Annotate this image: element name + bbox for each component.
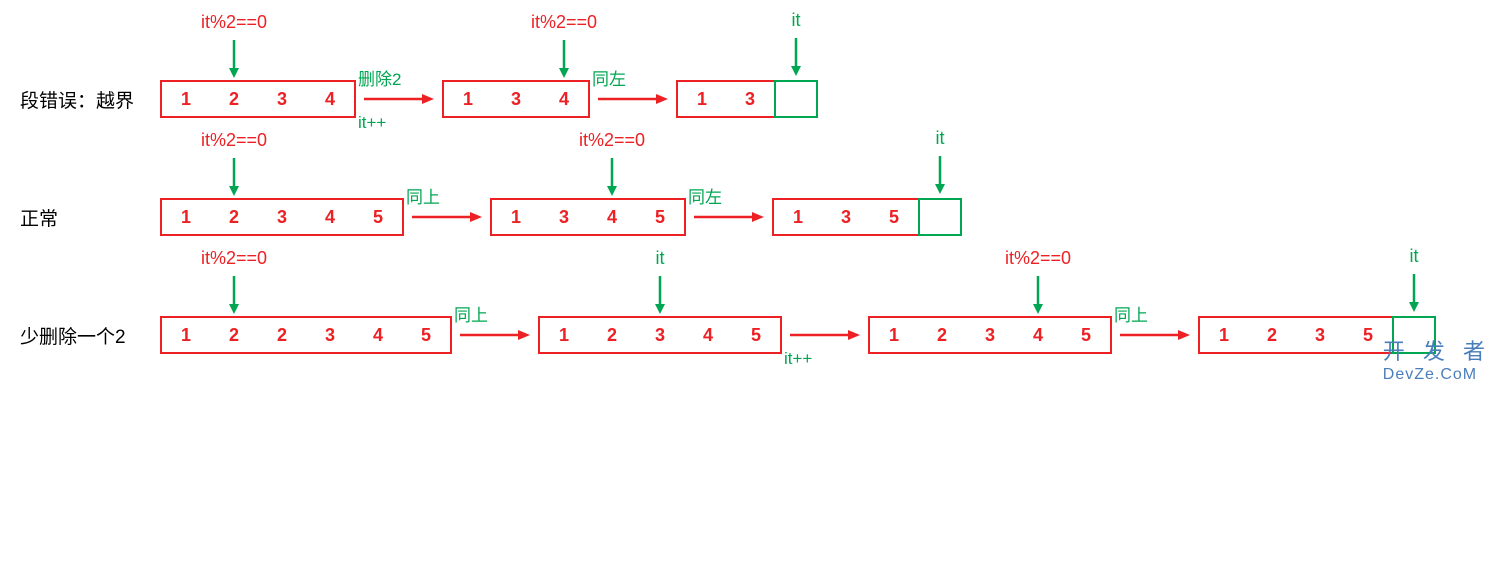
- row-segfault: 段错误：越界 it%2==0 1 2 3 4 删除2 it++ it%2==0 …: [20, 80, 1491, 118]
- cell: 4: [306, 200, 354, 234]
- cell: 4: [1014, 318, 1062, 352]
- cell: 3: [540, 200, 588, 234]
- ptr-label: it%2==0: [201, 12, 267, 33]
- array-r3a: it%2==0 1 2 2 3 4 5: [160, 316, 452, 354]
- array-r2a: it%2==0 1 2 3 4 5: [160, 198, 404, 236]
- cell: 1: [540, 318, 588, 352]
- cell: 1: [774, 200, 822, 234]
- down-arrow-icon: [604, 158, 620, 196]
- array-r1c: 1 3: [676, 80, 776, 118]
- ptr-label: it%2==0: [201, 130, 267, 151]
- watermark: 开 发 者 DevZe.CoM: [1383, 334, 1491, 384]
- cell: 3: [492, 82, 540, 116]
- cell: 4: [306, 82, 354, 116]
- arrow-label-top: 同上: [406, 183, 440, 208]
- row3-group: it%2==0 1 2 2 3 4 5 同上 it 1 2 3 4 5: [160, 316, 1436, 354]
- cell: 5: [1062, 318, 1110, 352]
- cell: 2: [918, 318, 966, 352]
- arrow-label-top: 同上: [1114, 301, 1148, 326]
- cell: 5: [870, 200, 918, 234]
- right-arrow-icon: it++: [790, 327, 860, 343]
- cell: 3: [306, 318, 354, 352]
- green-empty-cell: it: [774, 80, 818, 118]
- cell: 1: [162, 200, 210, 234]
- cell: 4: [540, 82, 588, 116]
- down-arrow-icon: [226, 158, 242, 196]
- cell: 2: [588, 318, 636, 352]
- right-arrow-icon: 同左: [694, 209, 764, 225]
- array-r3d: 1 2 3 5: [1198, 316, 1394, 354]
- arrow-label-top: 同左: [592, 65, 626, 90]
- cell: 4: [684, 318, 732, 352]
- row3-label: 少删除一个2: [20, 322, 160, 349]
- ptr-label: it%2==0: [531, 12, 597, 33]
- array-r1a: it%2==0 1 2 3 4: [160, 80, 356, 118]
- ptr-label: it%2==0: [201, 248, 267, 269]
- arrow-label-top: 同上: [454, 301, 488, 326]
- array-r3c: it%2==0 1 2 3 4 5: [868, 316, 1112, 354]
- cell: 2: [210, 318, 258, 352]
- down-arrow-icon: [788, 38, 804, 76]
- ptr-label: it: [792, 10, 801, 31]
- cell: 3: [966, 318, 1014, 352]
- row2-label: 正常: [20, 204, 160, 231]
- array-r1b: it%2==0 1 3 4: [442, 80, 590, 118]
- arrow-label-bottom: it++: [784, 349, 812, 369]
- row-miss-one: 少删除一个2 it%2==0 1 2 2 3 4 5 同上 it 1 2 3: [20, 316, 1491, 354]
- cell: 3: [1296, 318, 1344, 352]
- row1-label: 段错误：越界: [20, 86, 160, 113]
- right-arrow-icon: 同上: [1120, 327, 1190, 343]
- cell: 1: [492, 200, 540, 234]
- cell: 5: [354, 200, 402, 234]
- cell: 1: [678, 82, 726, 116]
- cell: 4: [354, 318, 402, 352]
- row-normal: 正常 it%2==0 1 2 3 4 5 同上 it%2==0 1 3 4 5: [20, 198, 1491, 236]
- right-arrow-icon: 同左: [598, 91, 668, 107]
- cell: 1: [1200, 318, 1248, 352]
- down-arrow-icon: [226, 276, 242, 314]
- cell: 2: [210, 200, 258, 234]
- row2-group: it%2==0 1 2 3 4 5 同上 it%2==0 1 3 4 5 同左: [160, 198, 962, 236]
- green-empty-cell: it: [918, 198, 962, 236]
- cell: 3: [258, 200, 306, 234]
- right-arrow-icon: 同上: [460, 327, 530, 343]
- ptr-label: it: [656, 248, 665, 269]
- cell: 3: [636, 318, 684, 352]
- cell: 5: [636, 200, 684, 234]
- array-r2b: it%2==0 1 3 4 5: [490, 198, 686, 236]
- arrow-label-top: 同左: [688, 183, 722, 208]
- array-r3b: it 1 2 3 4 5: [538, 316, 782, 354]
- cell: 5: [402, 318, 450, 352]
- cell: 4: [588, 200, 636, 234]
- down-arrow-icon: [932, 156, 948, 194]
- array-r2c: 1 3 5: [772, 198, 920, 236]
- ptr-label: it: [936, 128, 945, 149]
- cell: 1: [162, 318, 210, 352]
- down-arrow-icon: [1030, 276, 1046, 314]
- right-arrow-icon: 删除2 it++: [364, 91, 434, 107]
- cell: 3: [726, 82, 774, 116]
- watermark-line2: DevZe.CoM: [1383, 366, 1491, 384]
- cell: 5: [732, 318, 780, 352]
- cell: 2: [1248, 318, 1296, 352]
- cell: 2: [210, 82, 258, 116]
- row1-group: it%2==0 1 2 3 4 删除2 it++ it%2==0 1 3 4 同…: [160, 80, 818, 118]
- cell: 3: [822, 200, 870, 234]
- cell: 1: [444, 82, 492, 116]
- ptr-label: it%2==0: [579, 130, 645, 151]
- cell: 1: [162, 82, 210, 116]
- right-arrow-icon: 同上: [412, 209, 482, 225]
- down-arrow-icon: [1406, 274, 1422, 312]
- ptr-label: it: [1410, 246, 1419, 267]
- watermark-line1: 开 发 者: [1383, 334, 1491, 366]
- down-arrow-icon: [652, 276, 668, 314]
- ptr-label: it%2==0: [1005, 248, 1071, 269]
- cell: 2: [258, 318, 306, 352]
- arrow-label-top: 删除2: [358, 65, 401, 90]
- down-arrow-icon: [556, 40, 572, 78]
- cell: 1: [870, 318, 918, 352]
- down-arrow-icon: [226, 40, 242, 78]
- arrow-label-bottom: it++: [358, 113, 386, 133]
- cell: 3: [258, 82, 306, 116]
